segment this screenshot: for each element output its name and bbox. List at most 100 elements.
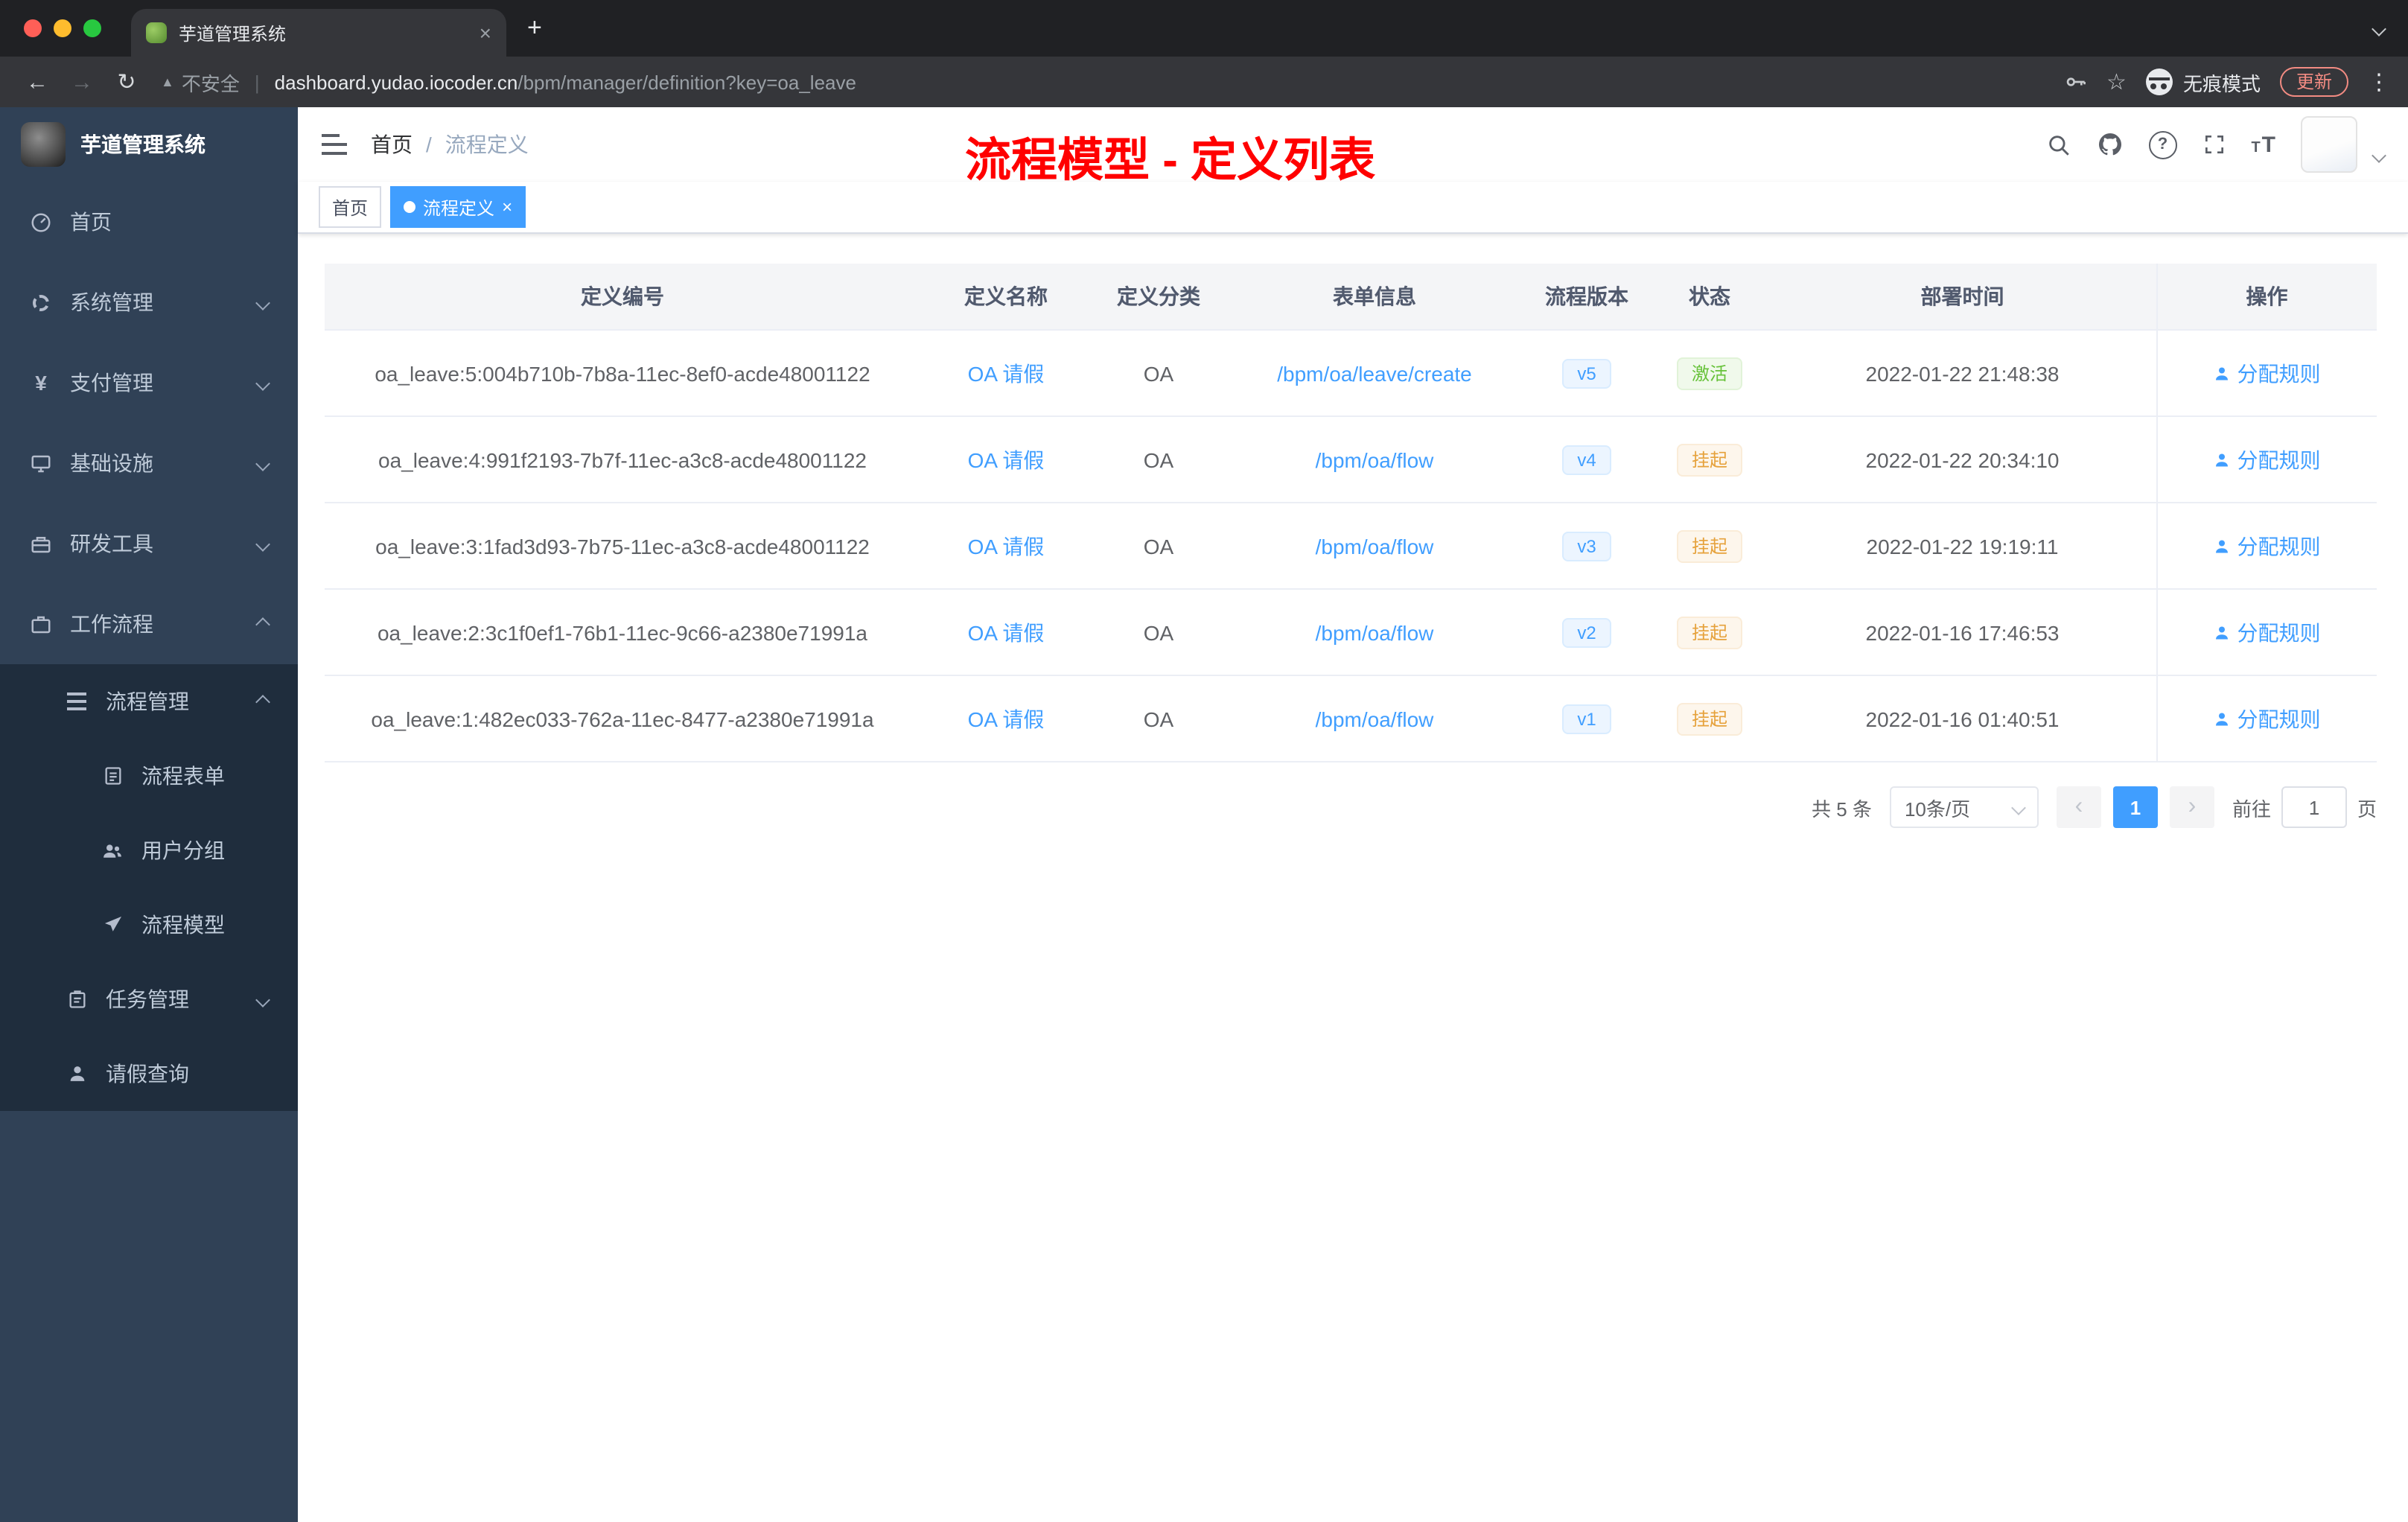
column-header: 定义分类 bbox=[1092, 264, 1226, 331]
security-label[interactable]: 不安全 bbox=[182, 68, 240, 96]
sidebar-item-label: 用户分组 bbox=[141, 838, 225, 862]
user-group-icon bbox=[101, 839, 124, 862]
breadcrumb-home[interactable]: 首页 bbox=[371, 130, 413, 159]
next-page-button[interactable]: › bbox=[2169, 786, 2214, 828]
pager: ‹ 1 › bbox=[2056, 786, 2214, 828]
zoom-window-button[interactable] bbox=[83, 19, 101, 37]
status-badge: 挂起 bbox=[1676, 529, 1742, 562]
fullscreen-icon[interactable] bbox=[2202, 133, 2226, 156]
goto-page: 前往 页 bbox=[2232, 786, 2377, 828]
navbar-right-cluster: ? TT bbox=[2045, 116, 2386, 173]
prev-page-button[interactable]: ‹ bbox=[2056, 786, 2101, 828]
tab-close-icon[interactable]: × bbox=[480, 22, 491, 43]
cell-deploy-time: 2022-01-16 17:46:53 bbox=[1769, 589, 2156, 676]
sidebar-item-process-model[interactable]: 流程模型 bbox=[0, 888, 298, 962]
bookmark-star-icon[interactable]: ☆ bbox=[2106, 69, 2127, 95]
version-tag: v5 bbox=[1562, 358, 1611, 388]
version-tag: v1 bbox=[1562, 704, 1611, 733]
sidebar-item-label: 请假查询 bbox=[106, 1062, 189, 1086]
close-window-button[interactable] bbox=[24, 19, 42, 37]
form-link[interactable]: /bpm/oa/flow bbox=[1316, 534, 1434, 558]
sidebar-logo[interactable]: 芋道管理系统 bbox=[0, 107, 298, 182]
chevron-up-icon bbox=[255, 694, 270, 709]
table-row: oa_leave:4:991f2193-7b7f-11ec-a3c8-acde4… bbox=[325, 416, 2377, 503]
assign-rule-link[interactable]: 分配规则 bbox=[2214, 445, 2321, 474]
url-divider: | bbox=[254, 71, 260, 93]
column-header: 定义名称 bbox=[920, 264, 1092, 331]
chevron-down-icon bbox=[255, 536, 270, 551]
chevron-down-icon bbox=[255, 456, 270, 471]
reload-button[interactable]: ↻ bbox=[107, 69, 146, 95]
sidebar-item-devtools[interactable]: 研发工具 bbox=[0, 503, 298, 584]
assign-rule-link[interactable]: 分配规则 bbox=[2214, 704, 2321, 733]
form-link[interactable]: /bpm/oa/leave/create bbox=[1277, 361, 1472, 385]
toolbox-icon bbox=[30, 532, 52, 555]
definition-name-link[interactable]: OA 请假 bbox=[968, 707, 1045, 730]
github-icon[interactable] bbox=[2096, 131, 2123, 158]
column-header: 状态 bbox=[1650, 264, 1769, 331]
sidebar-item-process-mgmt[interactable]: 流程管理 bbox=[0, 664, 298, 739]
definition-name-link[interactable]: OA 请假 bbox=[968, 620, 1045, 644]
browser-tab[interactable]: 芋道管理系统 × bbox=[131, 9, 506, 57]
help-icon[interactable]: ? bbox=[2148, 130, 2177, 159]
sidebar-item-system[interactable]: 系统管理 bbox=[0, 262, 298, 343]
hamburger-icon[interactable] bbox=[322, 134, 347, 155]
tab-search-button[interactable] bbox=[2372, 15, 2386, 42]
tag-process-definition[interactable]: 流程定义 × bbox=[390, 186, 526, 228]
back-button[interactable]: ← bbox=[18, 69, 57, 95]
form-link[interactable]: /bpm/oa/flow bbox=[1316, 620, 1434, 644]
goto-page-input[interactable] bbox=[2281, 786, 2347, 828]
page-number-button[interactable]: 1 bbox=[2112, 786, 2158, 828]
forward-button[interactable]: → bbox=[63, 69, 101, 95]
sidebar-item-payment[interactable]: ¥ 支付管理 bbox=[0, 343, 298, 423]
definition-name-link[interactable]: OA 请假 bbox=[968, 448, 1045, 471]
tag-close-icon[interactable]: × bbox=[502, 198, 512, 216]
avatar-caret-icon[interactable] bbox=[2372, 147, 2386, 162]
person-icon bbox=[2216, 453, 2229, 466]
goto-label: 前往 bbox=[2232, 797, 2271, 820]
briefcase-icon bbox=[30, 613, 52, 635]
font-size-icon[interactable]: TT bbox=[2251, 132, 2275, 157]
cell-category: OA bbox=[1092, 589, 1226, 676]
chrome-update-button[interactable]: 更新 bbox=[2279, 67, 2348, 97]
person-icon bbox=[2216, 625, 2229, 639]
assign-rule-link[interactable]: 分配规则 bbox=[2214, 617, 2321, 647]
form-link[interactable]: /bpm/oa/flow bbox=[1316, 707, 1434, 730]
sidebar-item-workflow[interactable]: 工作流程 bbox=[0, 584, 298, 664]
tag-home[interactable]: 首页 bbox=[319, 186, 382, 228]
url-path: /bpm/manager/definition?key=oa_leave bbox=[517, 71, 856, 93]
column-header: 定义编号 bbox=[325, 264, 920, 331]
sidebar-item-user-group[interactable]: 用户分组 bbox=[0, 813, 298, 888]
assign-rule-link[interactable]: 分配规则 bbox=[2214, 531, 2321, 561]
address-bar[interactable]: ▲ 不安全 | dashboard.yudao.iocoder.cn/bpm/m… bbox=[161, 68, 2057, 96]
sidebar-item-infra[interactable]: 基础设施 bbox=[0, 423, 298, 503]
version-tag: v2 bbox=[1562, 617, 1611, 647]
incognito-icon bbox=[2145, 69, 2173, 95]
page-size-select[interactable]: 10条/页 bbox=[1889, 786, 2039, 828]
version-tag: v3 bbox=[1562, 531, 1611, 561]
sidebar-item-label: 任务管理 bbox=[106, 987, 189, 1011]
avatar[interactable] bbox=[2301, 116, 2357, 173]
form-link[interactable]: /bpm/oa/flow bbox=[1316, 448, 1434, 471]
minimize-window-button[interactable] bbox=[54, 19, 71, 37]
definition-name-link[interactable]: OA 请假 bbox=[968, 534, 1045, 558]
sidebar-item-label: 研发工具 bbox=[70, 532, 153, 555]
assign-rule-link[interactable]: 分配规则 bbox=[2214, 358, 2321, 388]
tag-label: 流程定义 bbox=[423, 197, 495, 218]
password-key-icon[interactable] bbox=[2063, 70, 2087, 94]
app-root: 芋道管理系统 首页 系统管理 ¥ 支付管理 基础设施 研发工具 工作流程 流程管… bbox=[0, 107, 2408, 1522]
person-icon bbox=[66, 1063, 88, 1085]
sidebar-item-process-form[interactable]: 流程表单 bbox=[0, 739, 298, 813]
status-badge: 激活 bbox=[1676, 357, 1742, 389]
sidebar-item-label: 支付管理 bbox=[70, 371, 153, 395]
sidebar-item-leave-query[interactable]: 请假查询 bbox=[0, 1037, 298, 1111]
sidebar-item-home[interactable]: 首页 bbox=[0, 182, 298, 262]
new-tab-button[interactable]: + bbox=[527, 13, 542, 43]
monitor-icon bbox=[30, 452, 52, 474]
definition-name-link[interactable]: OA 请假 bbox=[968, 361, 1045, 385]
version-tag: v4 bbox=[1562, 445, 1611, 474]
search-icon[interactable] bbox=[2045, 132, 2071, 157]
sidebar-item-task-mgmt[interactable]: 任务管理 bbox=[0, 962, 298, 1037]
browser-menu-icon[interactable]: ⋮ bbox=[2368, 69, 2390, 95]
status-badge: 挂起 bbox=[1676, 616, 1742, 649]
